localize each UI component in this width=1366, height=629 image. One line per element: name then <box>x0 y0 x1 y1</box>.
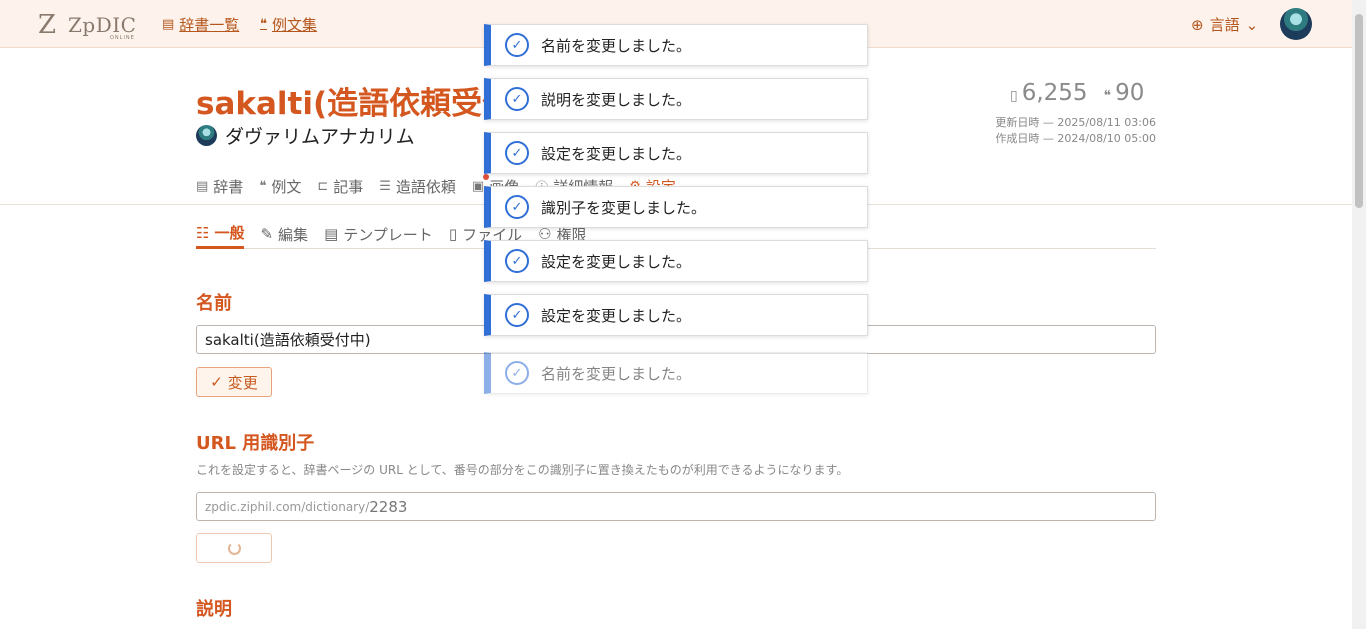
notification-dot <box>483 174 489 180</box>
check-circle-icon: ✓ <box>505 87 529 111</box>
book-icon: ▤ <box>196 179 209 194</box>
check-circle-icon: ✓ <box>505 141 529 165</box>
check-circle-icon: ✓ <box>505 303 529 327</box>
toast-notification[interactable]: ✓ 説明を変更しました。 <box>484 78 868 120</box>
tab-dictionary[interactable]: ▤ 辞書 <box>196 176 243 197</box>
tab-articles[interactable]: ⊏ 記事 <box>317 176 363 197</box>
toast-notification[interactable]: ✓ 設定を変更しました。 <box>484 294 868 336</box>
examples-link[interactable]: ❝ 例文集 <box>260 14 317 35</box>
name-heading: 名前 <box>196 293 232 314</box>
subtab-template[interactable]: ▤ テンプレート <box>324 219 433 249</box>
url-identifier-heading: URL 用識別子 <box>196 433 315 454</box>
quote-icon: ❝ <box>1103 88 1112 104</box>
tab-examples[interactable]: ❝ 例文 <box>259 176 301 197</box>
toast-notification[interactable]: ✓ 名前を変更しました。 <box>484 24 868 66</box>
image-icon: ▣ <box>471 179 485 194</box>
dictionary-counts: ▯ 6,255 ❝ 90 <box>1010 80 1144 106</box>
owner-avatar <box>196 125 217 146</box>
tab-requests[interactable]: ☰ 造語依頼 <box>379 176 456 197</box>
toast-notification[interactable]: ✓ 設定を変更しました。 <box>484 240 868 282</box>
loading-spinner-icon <box>227 541 241 555</box>
dictionary-list-icon: ▤ <box>162 17 175 32</box>
quote-icon: ❝ <box>259 179 267 194</box>
article-icon: ⊏ <box>317 179 329 194</box>
globe-icon: ⊕ <box>1191 15 1204 34</box>
check-circle-icon: ✓ <box>505 361 529 385</box>
word-count: ▯ 6,255 <box>1010 80 1088 106</box>
list-icon: ☰ <box>379 179 391 194</box>
check-circle-icon: ✓ <box>505 33 529 57</box>
toast-notification[interactable]: ✓ 名前を変更しました。 <box>484 352 868 394</box>
url-identifier-input[interactable]: zpdic.ziphil.com/dictionary/ 2283 <box>196 492 1156 521</box>
check-circle-icon: ✓ <box>505 249 529 273</box>
scrollbar-thumb[interactable] <box>1355 14 1363 208</box>
file-icon: ▯ <box>448 225 458 243</box>
subtab-edit[interactable]: ✎ 編集 <box>260 219 308 249</box>
quote-icon: ❝ <box>260 17 267 32</box>
word-icon: ▯ <box>1010 88 1018 104</box>
user-avatar[interactable] <box>1280 8 1312 40</box>
language-selector[interactable]: ⊕ 言語 ⌄ <box>1191 14 1258 35</box>
description-heading: 説明 <box>196 599 232 620</box>
toast-notification[interactable]: ✓ 設定を変更しました。 <box>484 132 868 174</box>
toast-notification[interactable]: ✓ 識別子を変更しました。 <box>484 186 868 228</box>
chevron-down-icon: ⌄ <box>1245 15 1259 34</box>
pencil-icon: ✎ <box>260 225 274 243</box>
check-circle-icon: ✓ <box>505 195 529 219</box>
url-prefix: zpdic.ziphil.com/dictionary/ <box>205 499 370 514</box>
url-identifier-description: これを設定すると、辞書ページの URL として、番号の部分をこの識別子に置き換え… <box>196 463 849 477</box>
dictionary-owner[interactable]: ダヴァリムアナカリム <box>196 122 415 149</box>
check-icon: ✓ <box>210 373 223 391</box>
subtab-general[interactable]: ☷ 一般 <box>196 219 245 249</box>
change-identifier-button[interactable] <box>196 533 272 563</box>
example-count: ❝ 90 <box>1103 80 1145 106</box>
dictionary-dates: 更新日時 — 2025/08/11 03:06 作成日時 — 2024/08/1… <box>995 116 1156 145</box>
dictionary-list-link[interactable]: ▤ 辞書一覧 <box>162 14 239 35</box>
sliders-icon: ☷ <box>196 223 210 242</box>
change-name-button[interactable]: ✓ 変更 <box>196 367 272 397</box>
template-icon: ▤ <box>324 225 339 243</box>
